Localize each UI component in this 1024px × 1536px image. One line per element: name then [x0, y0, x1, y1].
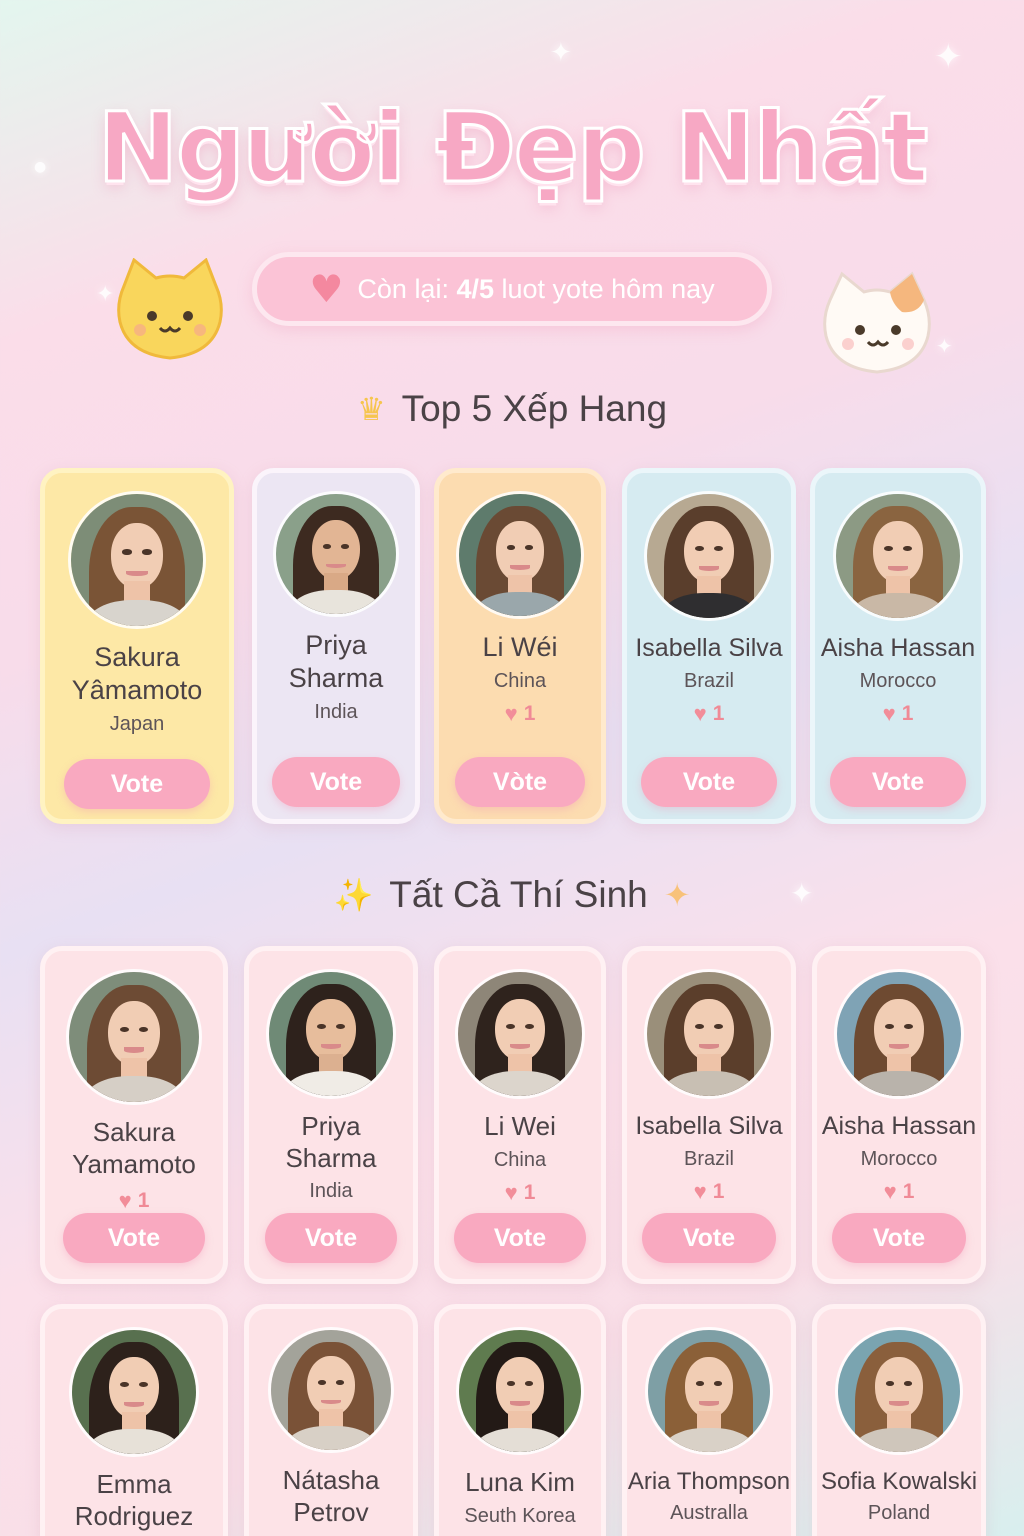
- contestant-name: Sakura Yamamoto: [72, 1117, 196, 1179]
- contestant-country: Brazil: [683, 669, 734, 692]
- all-section-title: ✨ Tất Cầ Thí Sinh ✦: [333, 874, 691, 915]
- heart-icon: ♥: [309, 267, 344, 311]
- vote-button[interactable]: Vote: [641, 757, 777, 807]
- top-card-1: Sakura Yâmamoto Japan Vote: [40, 468, 234, 824]
- sparkle-icon: ✦: [936, 334, 953, 358]
- vote-button[interactable]: Vote: [830, 757, 966, 807]
- avatar: [456, 491, 584, 619]
- contestant-country: Seuth Korea: [464, 1504, 576, 1527]
- heart-icon: ♥: [118, 1188, 132, 1214]
- contestant-name: Li Wei: [484, 1111, 556, 1141]
- contestant-country: Morocco: [859, 669, 937, 692]
- contestant-card: Emma Rodriguez: [40, 1304, 228, 1536]
- contestant-card: Priya Sharma India Vote: [244, 946, 418, 1284]
- contestant-country: Brazil: [683, 1147, 734, 1170]
- contestant-card: Isabella Silva Brazil ♥ 1 Vote: [622, 946, 796, 1284]
- star-icon: ✦: [663, 877, 691, 913]
- contestant-country: China: [493, 669, 547, 692]
- contestant-card: Sofia Kowalski Poland: [812, 1304, 986, 1536]
- avatar: [645, 1327, 773, 1455]
- top-card-3: Li Wéi China ♥ 1 Vòte: [434, 468, 606, 824]
- vote-count: ♥ 1: [882, 700, 914, 726]
- vote-button[interactable]: Vote: [642, 1213, 776, 1263]
- contestant-card: Aisha Hassan Morocco ♥ 1 Vote: [812, 946, 986, 1284]
- avatar: [69, 1327, 199, 1457]
- white-cat-icon: [823, 271, 931, 374]
- contestant-card: Sakura Yamamoto ♥ 1 Vote: [40, 946, 228, 1284]
- contestant-country: Poland: [867, 1502, 931, 1525]
- contestant-country: India: [314, 700, 358, 723]
- contestant-country: Morocco: [860, 1147, 938, 1170]
- contestant-name: Sofia Kowalski: [820, 1468, 978, 1495]
- heart-icon: ♥: [504, 1179, 518, 1205]
- contestant-country: India: [309, 1180, 353, 1203]
- vote-count: ♥ 1: [118, 1188, 150, 1214]
- heart-icon: ♥: [504, 700, 518, 726]
- heart-icon: ♥: [693, 1178, 707, 1204]
- contestant-name: Nátasha Petrov: [282, 1465, 380, 1527]
- top-card-2: Priya Sharma India Vote: [252, 468, 420, 824]
- contestant-name: Aisha Hassan: [820, 634, 976, 662]
- heart-icon: ♥: [882, 700, 896, 726]
- vote-button[interactable]: Vote: [63, 1213, 205, 1263]
- contestant-name: Li Wéi: [482, 632, 558, 662]
- contestant-country: Japan: [109, 712, 165, 735]
- contestant-card: Li Wei China ♥ 1 Vote: [434, 946, 606, 1284]
- avatar: [456, 1327, 584, 1455]
- top-card-4: Isabella Silva Brazil ♥ 1 Vote: [622, 468, 796, 824]
- contestant-name: Isabella Silva: [635, 1112, 783, 1140]
- vote-button[interactable]: Vote: [265, 1213, 397, 1263]
- vote-count: ♥ 1: [693, 1178, 725, 1204]
- avatar: [834, 969, 964, 1099]
- avatar: [266, 969, 396, 1099]
- votes-remaining-text: Còn lại: 4/5 luot yote hôm nay: [357, 273, 715, 304]
- vote-count: ♥ 1: [693, 700, 725, 726]
- vote-count: ♥ 1: [504, 700, 536, 726]
- votes-remaining-badge: ♥ Còn lại: 4/5 luot yote hôm nay: [252, 252, 772, 326]
- contestant-name: Sakura Yâmamoto: [71, 642, 203, 705]
- sparkle-icon: ✦: [550, 38, 572, 68]
- contestant-name: Aisha Hassan: [821, 1112, 977, 1140]
- avatar: [66, 969, 202, 1105]
- sparkle-icon: ✦: [934, 37, 963, 77]
- avatar: [455, 969, 585, 1099]
- avatar: [268, 1327, 394, 1453]
- contestant-name: Luna Kim: [465, 1467, 575, 1497]
- vote-button[interactable]: Vote: [272, 757, 400, 807]
- contestant-name: Priya Sharma: [288, 630, 384, 693]
- avatar: [273, 491, 399, 617]
- yellow-cat-icon: [117, 258, 223, 360]
- vote-count: ♥ 1: [504, 1179, 536, 1205]
- vote-count: ♥ 1: [883, 1178, 915, 1204]
- avatar: [644, 491, 774, 621]
- avatar: [68, 491, 206, 629]
- page-title: Người Đẹp Nhất: [96, 91, 930, 206]
- vote-button[interactable]: Vòte: [455, 757, 585, 807]
- contestant-name: Aria Thompson: [627, 1468, 791, 1495]
- contestant-country: Australla: [670, 1502, 748, 1525]
- vote-button[interactable]: Vote: [454, 1213, 586, 1263]
- top-card-5: Aisha Hassan Morocco ♥ 1 Vote: [810, 468, 986, 824]
- top-section-title: ♛ Top 5 Xếp Hang: [356, 388, 668, 429]
- heart-icon: ♥: [883, 1178, 897, 1204]
- contestant-card: Aria Thompson Australla: [622, 1304, 796, 1536]
- avatar: [833, 491, 963, 621]
- contestant-name: Isabella Silva: [635, 634, 783, 662]
- contestant-name: Priya Sharma: [285, 1111, 377, 1173]
- avatar: [644, 969, 774, 1099]
- crown-icon: ♛: [356, 391, 386, 427]
- heart-icon: ♥: [693, 700, 707, 726]
- contestant-country: China: [493, 1148, 547, 1171]
- sparkle-icon: ✨: [333, 877, 374, 913]
- avatar: [835, 1327, 963, 1455]
- contestant-card: Nátasha Petrov: [244, 1304, 418, 1536]
- contestant-card: Luna Kim Seuth Korea: [434, 1304, 606, 1536]
- contestant-name: Emma Rodriguez: [74, 1469, 194, 1531]
- vote-button[interactable]: Vote: [64, 759, 210, 809]
- vote-button[interactable]: Vote: [832, 1213, 966, 1263]
